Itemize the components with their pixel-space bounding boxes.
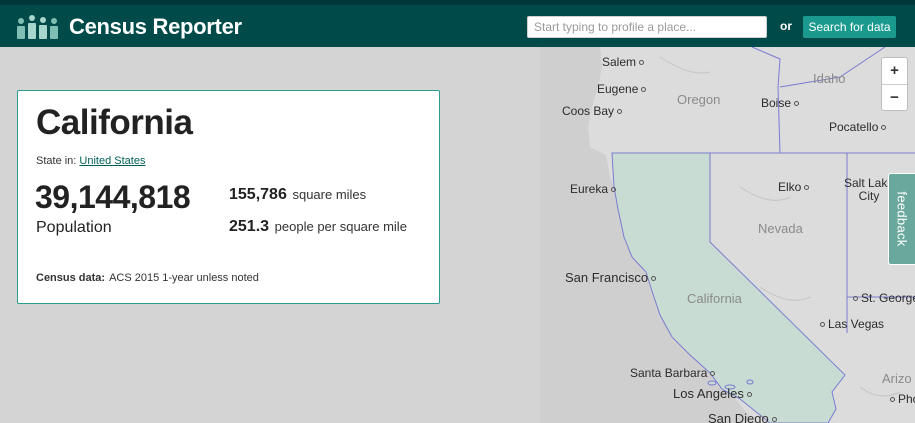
logo[interactable]: Census Reporter (16, 13, 242, 41)
map-label-las-vegas: Las Vegas (817, 317, 884, 331)
census-data-label: Census data: (36, 272, 106, 284)
header-bar: Census Reporter or Search for data (0, 0, 915, 47)
population-value: 39,144,818 (35, 179, 191, 215)
search-input[interactable] (527, 16, 767, 38)
map-label-pocatello: Pocatello (829, 120, 889, 134)
map-label-california: California (687, 291, 742, 306)
map-label-los-angeles: Los Angeles (673, 386, 755, 401)
area-stat: 155,786 square miles (229, 185, 366, 204)
area-unit: square miles (292, 187, 367, 202)
map-label-arizona: Arizo (882, 371, 912, 386)
map-label-elko: Elko (778, 180, 812, 194)
map-label-phoenix: Pho (887, 392, 915, 406)
census-people-icon (17, 15, 58, 39)
or-label: or (780, 19, 792, 33)
zoom-control: + − (881, 57, 908, 111)
map[interactable]: Salem Eugene Coos Bay Oregon Idaho Boise… (540, 47, 915, 423)
place-profile-card: California State in: United States 39,14… (17, 90, 440, 304)
map-label-oregon: Oregon (677, 92, 721, 107)
density-unit: people per square mile (274, 219, 407, 234)
zoom-out-button[interactable]: − (882, 85, 907, 111)
map-label-nevada: Nevada (758, 221, 803, 236)
map-label-st-george: St. George (850, 291, 915, 305)
density-stat: 251.3 people per square mile (229, 217, 419, 236)
density-value: 251.3 (229, 218, 270, 235)
census-data-source: ACS 2015 1-year unless noted (109, 272, 259, 284)
map-label-santa-barbara: Santa Barbara (630, 366, 718, 380)
area-value: 155,786 (229, 186, 287, 203)
feedback-label: feedback (894, 191, 910, 247)
map-label-san-francisco: San Francisco (565, 270, 659, 285)
state-in-label: State in: (36, 155, 77, 167)
map-label-coos-bay: Coos Bay (562, 104, 625, 118)
feedback-tab[interactable]: feedback (888, 173, 915, 265)
search-for-data-button[interactable]: Search for data (803, 16, 896, 38)
population-label: Population (36, 219, 112, 236)
zoom-in-button[interactable]: + (882, 58, 907, 85)
map-label-idaho: Idaho (813, 71, 846, 86)
logo-text: Census Reporter (69, 14, 242, 39)
map-label-eugene: Eugene (597, 82, 649, 96)
parent-geography: State in: United States (36, 155, 145, 167)
map-label-boise: Boise (761, 96, 802, 110)
place-title: California (36, 103, 193, 142)
map-label-salem: Salem (602, 55, 647, 69)
census-data-note: Census data: ACS 2015 1-year unless noted (36, 272, 259, 284)
map-label-eureka: Eureka (570, 182, 619, 196)
map-label-san-diego: San Diego (708, 411, 780, 423)
united-states-link[interactable]: United States (79, 155, 145, 167)
